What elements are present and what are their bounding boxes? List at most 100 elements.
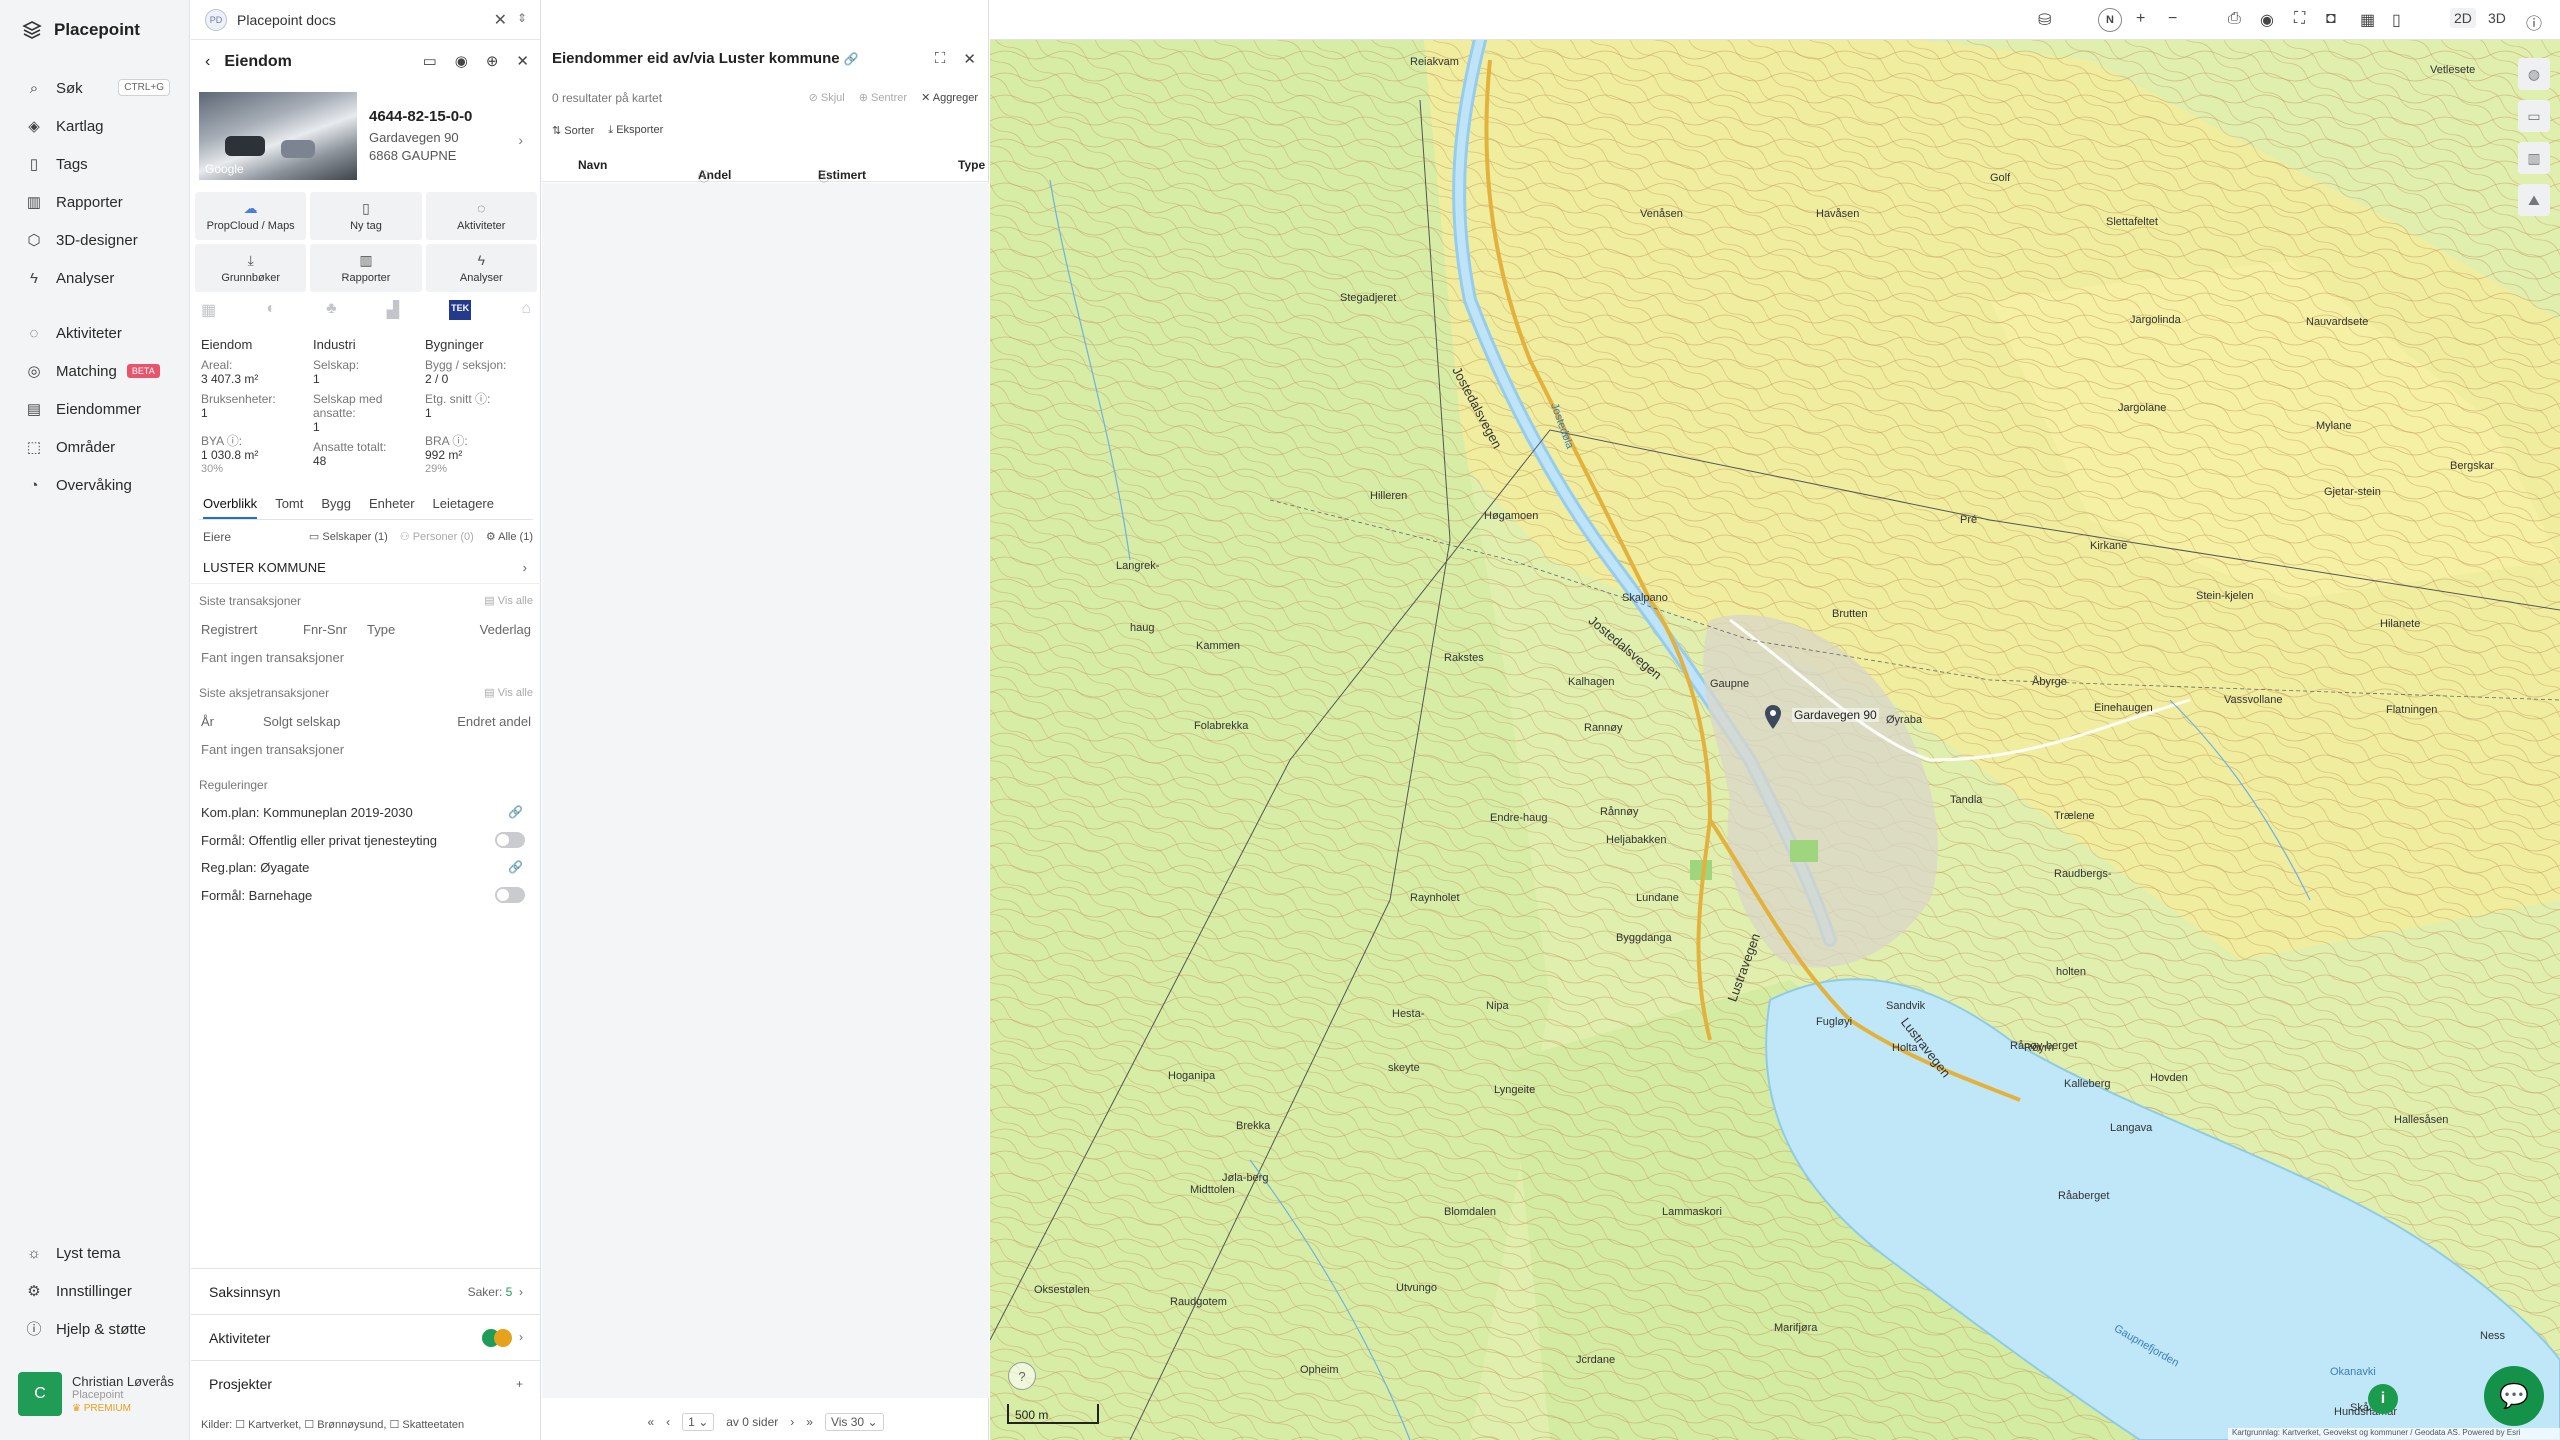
help-icon[interactable]: ? — [1008, 1362, 1036, 1390]
user-profile[interactable]: C Christian Løverås Placepoint ♛ PREMIUM — [18, 1372, 178, 1420]
close-icon[interactable]: ✕ — [494, 10, 507, 30]
last-page-icon[interactable]: » — [806, 1415, 813, 1429]
close-icon[interactable]: ✕ — [516, 52, 529, 70]
view-3d-button[interactable]: 3D — [2484, 8, 2510, 28]
regulation-regplan[interactable]: Reg.plan: Øyagate 🔗 — [201, 860, 531, 875]
tek-badge[interactable]: TEK — [449, 300, 472, 320]
reports-button[interactable]: ▥ Rapporter — [310, 244, 422, 292]
nav-aktiviteter[interactable]: ◌ Aktiviteter — [0, 314, 190, 352]
stat-label: BRA ⓘ: — [425, 434, 468, 448]
grid-icon[interactable]: ▦ — [201, 300, 216, 320]
nav-theme-toggle[interactable]: ☼ Lyst tema — [0, 1234, 190, 1272]
docs-bar[interactable]: PD Placepoint docs ✕ ⇕ — [191, 0, 541, 40]
grunnboker-button[interactable]: ⤓ Grunnbøker — [195, 244, 307, 292]
aktiviteter-row[interactable]: Aktiviteter › — [191, 1314, 541, 1360]
aggregate-button[interactable]: ✕ Aggreger — [921, 91, 978, 104]
street-view-image[interactable]: Google — [199, 92, 357, 180]
nav-search[interactable]: ⌕ Søk CTRL+G — [0, 69, 190, 107]
measure-icon[interactable]: ▭ — [2518, 100, 2550, 132]
nav-analyser[interactable]: ϟ Analyser — [0, 259, 190, 297]
tab-enheter[interactable]: Enheter — [369, 496, 415, 519]
stairs-chart-icon[interactable]: ▟ — [387, 300, 399, 320]
globe-layers-icon[interactable]: ◍ — [2518, 58, 2550, 90]
fullscreen-icon[interactable]: ⛶ — [2294, 10, 2305, 28]
saksinnsyn-row[interactable]: Saksinnsyn Saker: 5 › — [191, 1268, 541, 1314]
center-button[interactable]: ⊕ Sentrer — [859, 91, 907, 104]
tab-overblikk[interactable]: Overblikk — [203, 496, 258, 519]
layers-stack-icon[interactable]: ⛁ — [2038, 10, 2051, 30]
id-card-icon[interactable]: ▭ — [423, 52, 437, 70]
nav-settings[interactable]: ⚙ Innstillinger — [0, 1272, 190, 1310]
chevron-updown-icon[interactable]: ⇕ — [517, 11, 527, 25]
first-page-icon[interactable]: « — [647, 1415, 654, 1429]
sort-button[interactable]: ⇅ Sorter — [552, 124, 594, 137]
add-project-button[interactable]: + — [516, 1377, 523, 1391]
tab-bygg[interactable]: Bygg — [321, 496, 351, 519]
bookmark-icon[interactable]: ▯ — [2392, 10, 2401, 30]
tab-tomt[interactable]: Tomt — [275, 496, 303, 519]
compass-icon[interactable]: N — [2098, 8, 2122, 32]
link-icon[interactable]: 🔗 — [508, 805, 523, 819]
elevation-icon[interactable]: ⛰ — [2518, 184, 2550, 216]
nav-help[interactable]: ⓘ Hjelp & støtte — [0, 1310, 190, 1348]
expand-icon[interactable]: ⛶ — [935, 50, 946, 68]
nav-eiendommer[interactable]: ▤ Eiendommer — [0, 390, 190, 428]
info-icon[interactable]: i — [2368, 1384, 2398, 1414]
nav-matching[interactable]: ◎ Matching BETA — [0, 352, 190, 390]
prosjekter-row[interactable]: Prosjekter + — [191, 1360, 541, 1406]
zoom-in-icon[interactable]: + — [2136, 10, 2145, 28]
print-icon[interactable]: ⎙ — [2228, 10, 2241, 28]
regulation-kommuneplan[interactable]: Kom.plan: Kommuneplan 2019-2030 🔗 — [201, 805, 531, 820]
layer-toggle[interactable] — [495, 887, 525, 903]
info-icon[interactable]: ⓘ — [2526, 10, 2542, 34]
per-page-select[interactable]: Vis 30 ⌄ — [824, 1413, 884, 1431]
brand-logo[interactable]: Placepoint — [22, 20, 140, 40]
activities-button[interactable]: ◌ Aktiviteter — [425, 192, 537, 240]
crop-icon[interactable]: ♣ — [326, 300, 337, 320]
view-2d-button[interactable]: 2D — [2450, 8, 2476, 28]
back-arrow-icon[interactable]: ‹ — [205, 53, 210, 71]
filter-companies[interactable]: ▭ Selskaper (1) — [309, 530, 388, 544]
nav-omrader[interactable]: ⬚ Områder — [0, 428, 190, 466]
nav-rapporter[interactable]: ▥ Rapporter — [0, 183, 190, 221]
chart-icon[interactable]: ▥ — [2518, 142, 2550, 174]
filter-persons[interactable]: ⚇ Personer (0) — [400, 530, 474, 544]
next-page-icon[interactable]: › — [790, 1415, 794, 1429]
place-label: Kammen — [1196, 640, 1241, 652]
nav-3d-designer[interactable]: ⬡ 3D-designer — [0, 221, 190, 259]
zoom-out-icon[interactable]: − — [2168, 10, 2177, 28]
eye-icon[interactable]: ◉ — [455, 52, 468, 70]
new-tag-button[interactable]: ▯ Ny tag — [310, 192, 422, 240]
chat-icon[interactable]: 💬 — [2484, 1366, 2544, 1426]
hide-button[interactable]: ⊘ Skjul — [809, 91, 845, 104]
close-icon[interactable]: ✕ — [963, 50, 976, 68]
view-all-link[interactable]: ▤ Vis alle — [484, 594, 533, 607]
layer-toggle[interactable] — [495, 832, 525, 848]
owner-row[interactable]: LUSTER KOMMUNE › — [191, 552, 541, 584]
nav-tags[interactable]: ▯ Tags — [0, 145, 190, 183]
tab-leietagere[interactable]: Leietagere — [433, 496, 494, 519]
column-header[interactable]: Navn — [578, 158, 607, 172]
camera-icon[interactable]: ◘ — [2326, 10, 2336, 28]
filter-all[interactable]: ⚙ Alle (1) — [486, 530, 533, 544]
column-header[interactable]: Type — [958, 158, 985, 172]
add-icon[interactable]: ⊕ — [486, 52, 499, 70]
page-select[interactable]: 1 ⌄ — [682, 1413, 715, 1431]
globe-icon[interactable]: ◐ — [266, 300, 276, 320]
link-icon[interactable]: 🔗 — [844, 53, 859, 65]
sources-footer: Kilder: ☐ Kartverket, ☐ Brønnøysund, ☐ S… — [201, 1419, 465, 1431]
grid-icon[interactable]: ▦ — [2360, 10, 2375, 30]
export-button[interactable]: ⤓ Eksporter — [608, 124, 663, 137]
map-pin-icon[interactable] — [1764, 704, 1782, 730]
eye-icon[interactable]: ◉ — [2260, 10, 2274, 30]
property-info[interactable]: 4644-82-15-0-0 Gardavegen 90 6868 GAUPNE… — [369, 108, 529, 165]
nav-kartlag[interactable]: ◈ Kartlag — [0, 107, 190, 145]
propcloud-button[interactable]: ☁ PropCloud / Maps — [195, 192, 307, 240]
analyses-button[interactable]: ϟ Analyser — [425, 244, 537, 292]
nav-overvaking[interactable]: ◔ Overvåking — [0, 466, 190, 504]
house-icon[interactable]: ⌂ — [521, 300, 531, 320]
map-marker-label[interactable]: Gardavegen 90 — [1792, 708, 1879, 722]
link-icon[interactable]: 🔗 — [508, 860, 523, 874]
view-all-link[interactable]: ▤ Vis alle — [484, 686, 533, 699]
prev-page-icon[interactable]: ‹ — [666, 1415, 670, 1429]
